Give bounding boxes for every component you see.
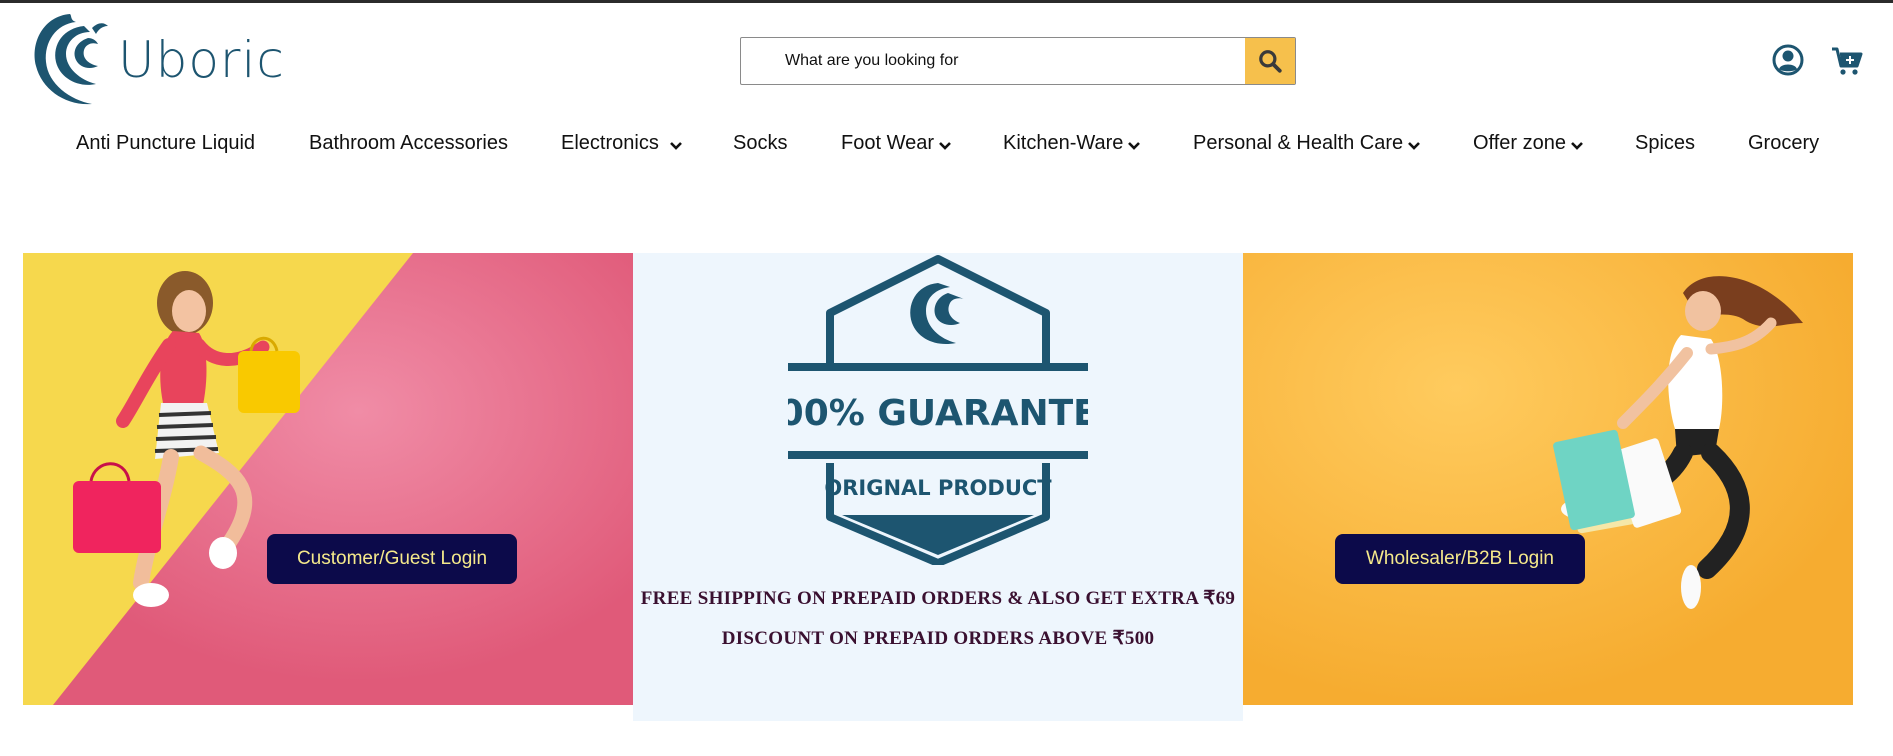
brand-name: Uboric xyxy=(118,31,285,89)
promo-line: FREE SHIPPING ON PREPAID ORDERS & ALSO G… xyxy=(640,588,1236,609)
nav-item-label: Foot Wear xyxy=(841,132,934,154)
shopping-woman-illustration xyxy=(23,253,633,705)
nav-item-personal-health-care[interactable]: Personal & Health Care xyxy=(1193,132,1421,155)
brand-logo[interactable]: Uboric xyxy=(26,8,285,112)
customer-banner: Customer/Guest Login xyxy=(23,253,633,705)
nav-item-foot-wear[interactable]: Foot Wear xyxy=(841,132,952,155)
wholesaler-b2b-login-button[interactable]: Wholesaler/B2B Login xyxy=(1335,534,1585,584)
top-border xyxy=(0,0,1893,3)
swirl-logo-icon xyxy=(34,14,108,105)
nav-item-label: Anti Puncture Liquid xyxy=(76,132,256,154)
search-icon xyxy=(1259,50,1282,73)
nav-item-label: Grocery xyxy=(1748,132,1820,154)
user-account-icon[interactable] xyxy=(1772,44,1804,76)
cart-icon[interactable] xyxy=(1831,46,1863,76)
nav-item-kitchen-ware[interactable]: Kitchen-Ware xyxy=(1003,132,1141,155)
nav-item-label: Spices xyxy=(1635,132,1696,154)
category-nav: Anti Puncture Liquid Bathroom Accessorie… xyxy=(0,132,1893,164)
search-bar xyxy=(740,37,1296,85)
nav-item-offer-zone[interactable]: Offer zone xyxy=(1473,132,1584,155)
nav-item-spices[interactable]: Spices xyxy=(1635,132,1695,155)
nav-item-grocery[interactable]: Grocery xyxy=(1748,132,1819,155)
nav-item-label: Personal & Health Care xyxy=(1193,132,1404,154)
chevron-down-icon xyxy=(1571,142,1583,150)
jumping-woman-illustration xyxy=(1243,253,1853,705)
nav-item-label: Kitchen-Ware xyxy=(1003,132,1124,154)
promo-line: DISCOUNT ON PREPAID ORDERS ABOVE ₹500 xyxy=(721,628,1155,649)
badge-title: 100% GUARANTEE xyxy=(788,393,1088,434)
search-input[interactable] xyxy=(741,38,1245,84)
chevron-down-icon xyxy=(1408,142,1421,150)
chevron-down-icon xyxy=(1128,142,1141,150)
guarantee-banner: 100% GUARANTEE ORIGNAL PRODUCT FREE SHIP… xyxy=(633,253,1243,721)
customer-guest-login-button[interactable]: Customer/Guest Login xyxy=(267,534,517,584)
chevron-down-icon xyxy=(939,142,951,150)
nav-item-label: Electronics xyxy=(561,132,659,154)
wholesaler-banner: Wholesaler/B2B Login xyxy=(1243,253,1853,705)
nav-item-label: Socks xyxy=(733,132,788,154)
badge-subtitle: ORIGNAL PRODUCT xyxy=(824,476,1052,500)
nav-item-label: Bathroom Accessories xyxy=(309,132,508,154)
nav-item-label: Offer zone xyxy=(1473,132,1567,154)
nav-item-anti-puncture-liquid[interactable]: Anti Puncture Liquid xyxy=(76,132,255,155)
search-button[interactable] xyxy=(1245,38,1295,84)
nav-item-electronics[interactable]: Electronics xyxy=(561,132,683,155)
guarantee-badge-icon: 100% GUARANTEE ORIGNAL PRODUCT xyxy=(788,255,1088,565)
nav-item-socks[interactable]: Socks xyxy=(733,132,787,155)
nav-item-bathroom-accessories[interactable]: Bathroom Accessories xyxy=(309,132,508,155)
chevron-down-icon xyxy=(669,142,682,150)
